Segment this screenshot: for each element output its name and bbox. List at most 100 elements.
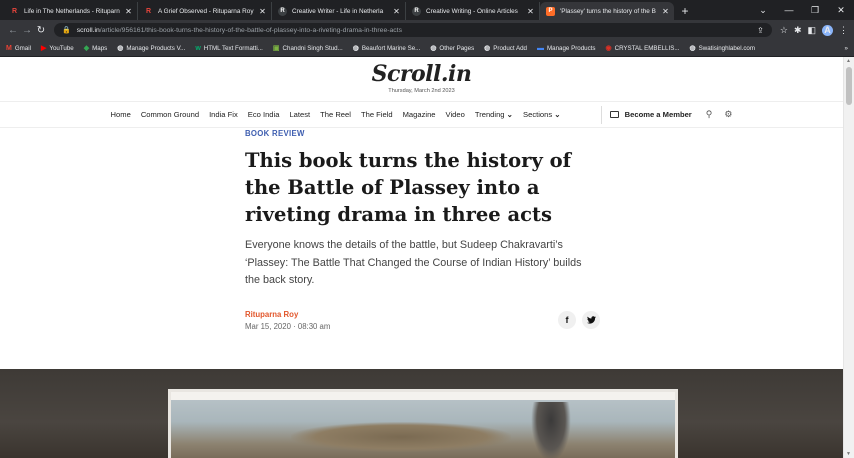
browser-tab[interactable]: R Life in The Netherlands - Rituparn ✕: [4, 2, 138, 20]
bookmark-item[interactable]: ◆ Maps: [84, 44, 108, 53]
nav-link[interactable]: Home: [111, 110, 131, 119]
close-window-icon[interactable]: ✕: [828, 0, 854, 20]
bookmark-label: CRYSTAL EMBELLIS...: [614, 44, 680, 52]
minimize-icon[interactable]: —: [776, 0, 802, 20]
painting-boat: [291, 422, 511, 452]
bookmark-favicon-icon: ◍: [352, 45, 359, 52]
bookmark-label: Manage Products V...: [126, 44, 186, 52]
twitter-share-icon[interactable]: [582, 311, 600, 329]
nav-link[interactable]: The Field: [361, 110, 393, 119]
nav-link[interactable]: Common Ground: [141, 110, 199, 119]
scroll-up-icon[interactable]: ▲: [846, 58, 851, 64]
nav-link[interactable]: Magazine: [403, 110, 436, 119]
nav-link[interactable]: The Reel: [320, 110, 351, 119]
tab-favicon-icon: R: [278, 6, 287, 16]
forward-icon[interactable]: →: [20, 25, 34, 36]
lock-icon[interactable]: 🔒: [62, 26, 71, 34]
share-icon[interactable]: ⇪: [757, 26, 764, 35]
bookmark-item[interactable]: M Gmail: [6, 45, 31, 52]
facebook-share-icon[interactable]: f: [558, 311, 576, 329]
tab-close-icon[interactable]: ✕: [124, 7, 133, 16]
nav-link[interactable]: Eco India: [248, 110, 280, 119]
back-icon[interactable]: ←: [6, 25, 20, 36]
browser-tab[interactable]: R A Grief Observed - Rituparna Roy ✕: [138, 2, 272, 20]
chevron-down-icon: ⌄: [504, 110, 514, 119]
bookmark-favicon-icon: ◍: [484, 45, 491, 52]
become-member-button[interactable]: Become a Member: [609, 110, 692, 119]
bookmark-favicon-icon: ◍: [430, 45, 437, 52]
author-link[interactable]: Rituparna Roy: [245, 310, 330, 319]
article-category[interactable]: BOOK REVIEW: [245, 129, 605, 138]
new-tab-icon[interactable]: +: [674, 2, 696, 20]
nav-link[interactable]: Sections ⌄: [523, 110, 561, 119]
tab-title: 'Plassey' turns the history of the B: [560, 7, 656, 15]
hero-image: [0, 369, 843, 458]
settings-gear-icon[interactable]: ⚙: [724, 109, 732, 120]
reload-icon[interactable]: ↻: [34, 25, 48, 36]
tab-title: Creative Writing - Online Articles: [426, 7, 518, 15]
nav-link-label: India Fix: [209, 110, 238, 119]
share-buttons: f: [558, 311, 600, 329]
tab-title: A Grief Observed - Rituparna Roy: [158, 7, 254, 15]
tab-title: Life in The Netherlands - Rituparn: [24, 7, 120, 15]
scroll-down-icon[interactable]: ▼: [846, 451, 851, 457]
bookmark-favicon-icon: M: [6, 44, 12, 52]
browser-tab[interactable]: R Creative Writer - Life in Netherla ✕: [272, 2, 406, 20]
bookmark-item[interactable]: ◍ Product Add: [484, 44, 527, 53]
page-scrollbar[interactable]: ▲ ▼: [843, 57, 854, 458]
extensions-puzzle-icon[interactable]: ✱: [794, 25, 802, 36]
tab-close-icon[interactable]: ✕: [661, 7, 670, 16]
search-icon[interactable]: ⚲: [706, 109, 713, 120]
tab-close-icon[interactable]: ✕: [258, 7, 267, 16]
hero-painting: [168, 389, 678, 458]
bookmark-star-icon[interactable]: ☆: [780, 25, 788, 36]
nav-link[interactable]: Trending ⌄: [475, 110, 513, 119]
nav-link-label: Latest: [289, 110, 311, 119]
restore-icon[interactable]: ❐: [802, 0, 828, 20]
tab-favicon-icon: R: [145, 7, 152, 15]
tab-close-icon[interactable]: ✕: [392, 7, 401, 16]
nav-link[interactable]: Latest: [289, 110, 310, 119]
url-path: /article/956161/this-book-turns-the-hist…: [99, 26, 402, 34]
nav-divider: [600, 105, 602, 124]
nav-link-label: Magazine: [402, 110, 436, 119]
scroll-page: Scroll.in Thursday, March 2nd 2023 Home C…: [0, 57, 843, 458]
tab-title: Creative Writer - Life in Netherla: [292, 7, 384, 15]
address-bar[interactable]: 🔒 scroll.in /article/956161/this-book-tu…: [54, 23, 772, 37]
nav-link-label: Video: [445, 110, 465, 119]
scrollbar-thumb[interactable]: [846, 67, 852, 105]
nav-link[interactable]: India Fix: [209, 110, 238, 119]
bookmark-label: Manage Products: [547, 44, 596, 52]
side-panel-icon[interactable]: ◧: [807, 25, 816, 36]
main-nav: Home Common Ground India Fix Eco India Lates…: [0, 102, 843, 128]
nav-link-label: The Reel: [320, 110, 351, 119]
nav-link[interactable]: Video: [446, 110, 465, 119]
bookmark-item[interactable]: ◍ Other Pages: [430, 44, 475, 53]
nav-items: Home Common Ground India Fix Eco India Lates…: [111, 110, 561, 119]
bookmark-item[interactable]: ◍ Manage Products V...: [117, 44, 186, 53]
chevron-down-icon: ⌄: [552, 110, 561, 119]
bookmark-favicon-icon: ◍: [117, 45, 124, 52]
url-host: scroll.in: [76, 26, 100, 34]
bookmark-label: Chandni Singh Stud...: [282, 44, 343, 52]
bookmarks-overflow-icon[interactable]: »: [845, 45, 848, 52]
masthead: Scroll.in Thursday, March 2nd 2023: [0, 57, 843, 102]
bookmark-item[interactable]: ▣ Chandni Singh Stud...: [273, 44, 343, 53]
nav-link-label: Home: [110, 110, 131, 119]
profile-avatar[interactable]: A: [822, 24, 833, 36]
scroll-logo[interactable]: Scroll.in: [0, 61, 843, 87]
nav-link-label: Eco India: [247, 110, 280, 119]
browser-tab[interactable]: P 'Plassey' turns the history of the B ✕: [540, 2, 674, 20]
bookmark-item[interactable]: ▬ Manage Products: [537, 45, 596, 52]
browser-tab[interactable]: R Creative Writing - Online Articles ✕: [406, 2, 540, 20]
bookmark-item[interactable]: ▶ YouTube: [41, 44, 74, 53]
bookmark-label: Other Pages: [439, 44, 475, 52]
tab-close-icon[interactable]: ✕: [526, 7, 535, 16]
tab-search-icon[interactable]: ⌄: [750, 0, 776, 20]
bookmark-item[interactable]: ◍ Swatisinghlabel.com: [690, 44, 756, 53]
bookmark-item[interactable]: ◍ Beaufort Marine Se...: [352, 44, 421, 53]
bookmark-item[interactable]: ◉ CRYSTAL EMBELLIS...: [606, 44, 680, 53]
chrome-menu-icon[interactable]: ⋮: [839, 25, 848, 36]
nav-link-label: Common Ground: [140, 110, 200, 119]
bookmark-item[interactable]: w HTML Text Formatti...: [195, 45, 263, 52]
